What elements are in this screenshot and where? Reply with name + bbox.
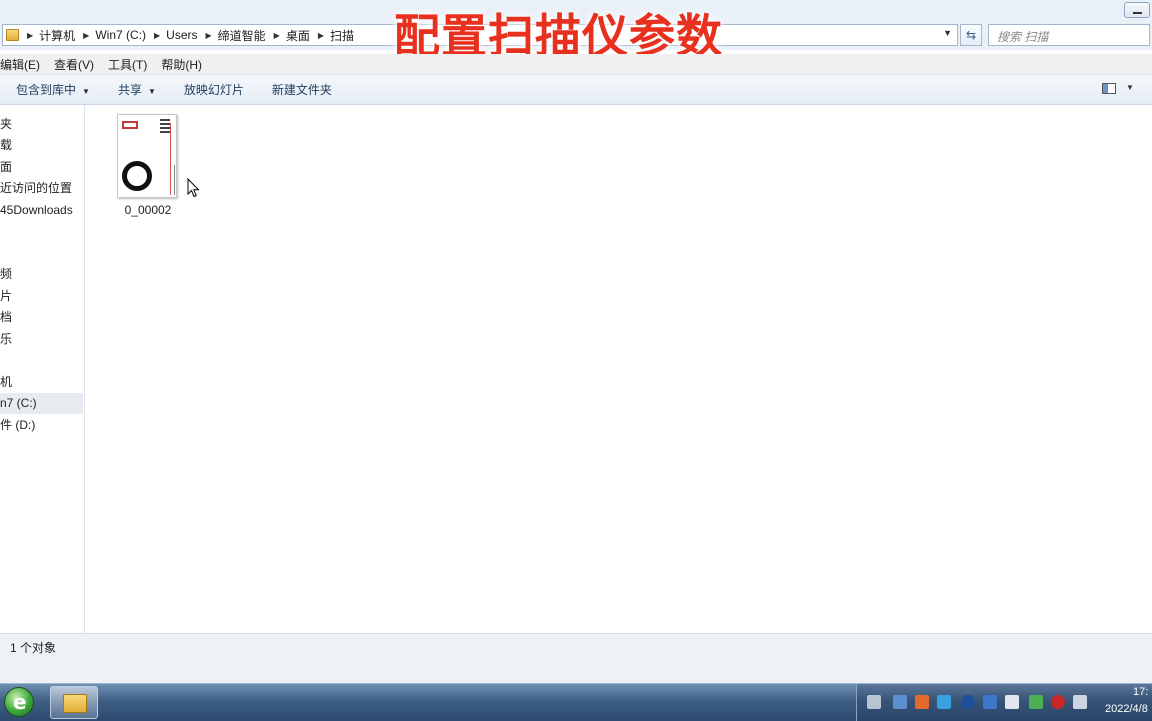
share-button[interactable]: 共享 ▼ bbox=[118, 81, 156, 98]
menu-edit[interactable]: 编辑(E) bbox=[0, 56, 40, 73]
chevron-down-icon[interactable]: ▼ bbox=[1126, 83, 1134, 92]
search-input[interactable]: 搜索 扫描 bbox=[988, 24, 1150, 46]
breadcrumb-desktop[interactable]: 桌面 bbox=[286, 27, 310, 44]
bluetooth-icon[interactable] bbox=[961, 695, 975, 709]
file-name-label: 0_00002 bbox=[124, 203, 172, 217]
new-folder-button[interactable]: 新建文件夹 bbox=[272, 81, 332, 98]
nav-item-downloads[interactable]: 载 bbox=[0, 135, 12, 156]
breadcrumb-arrow-icon[interactable]: ▶ bbox=[274, 31, 280, 40]
breadcrumb-arrow-icon[interactable]: ▶ bbox=[318, 31, 324, 40]
breadcrumb-user[interactable]: 缔道智能 bbox=[218, 27, 266, 44]
share-label: 共享 bbox=[117, 83, 142, 97]
security-icon[interactable] bbox=[983, 695, 997, 709]
command-toolbar: 包含到库中 ▼ 共享 ▼ 放映幻灯片 新建文件夹 ▼ bbox=[0, 75, 1152, 105]
volume-muted-icon[interactable] bbox=[1051, 695, 1065, 709]
include-in-library-label: 包含到库中 bbox=[16, 83, 77, 97]
windows-start-icon[interactable] bbox=[4, 687, 34, 717]
thumbnail-qr-mark bbox=[160, 119, 170, 133]
signal-icon[interactable] bbox=[1073, 695, 1087, 709]
taskbar: 17: 2022/4/8 bbox=[0, 683, 1152, 721]
nav-item-pictures[interactable]: 片 bbox=[0, 286, 12, 307]
thumbnail-logo-mark bbox=[122, 121, 138, 129]
menu-tools[interactable]: 工具(T) bbox=[108, 56, 147, 73]
file-thumbnail bbox=[117, 114, 177, 198]
navigation-pane: 夹 载 面 近访问的位置 45Downloads 频 片 档 乐 机 n7 (C… bbox=[0, 105, 85, 633]
network-share-icon[interactable] bbox=[893, 695, 907, 709]
nav-item-favorites[interactable]: 夹 bbox=[0, 114, 12, 135]
breadcrumb-arrow-icon[interactable]: ▶ bbox=[83, 31, 89, 40]
breadcrumb-computer[interactable]: 计算机 bbox=[39, 27, 75, 44]
item-count-status: 1 个对象 bbox=[10, 641, 57, 655]
nav-item-45downloads[interactable]: 45Downloads bbox=[0, 200, 73, 221]
menu-bar: 编辑(E) 查看(V) 工具(T) 帮助(H) bbox=[0, 54, 1152, 75]
nav-item-documents[interactable]: 档 bbox=[0, 307, 12, 328]
view-options-icon[interactable] bbox=[1102, 83, 1116, 94]
folder-icon bbox=[6, 29, 19, 41]
refresh-button[interactable]: ⇆ bbox=[960, 24, 982, 46]
thumbnail-line bbox=[170, 123, 171, 195]
breadcrumb-drive[interactable]: Win7 (C:) bbox=[95, 28, 146, 42]
nav-item-drive-d[interactable]: 件 (D:) bbox=[0, 415, 35, 436]
chevron-down-icon: ▼ bbox=[147, 87, 156, 96]
usb-device-icon[interactable] bbox=[1005, 695, 1019, 709]
status-bar: 1 个对象 bbox=[0, 633, 1152, 684]
breadcrumb-arrow-icon[interactable]: ▶ bbox=[27, 31, 33, 40]
breadcrumb-users[interactable]: Users bbox=[166, 28, 197, 42]
nav-item-drive-c[interactable]: n7 (C:) bbox=[0, 393, 83, 414]
include-in-library-button[interactable]: 包含到库中 ▼ bbox=[16, 81, 90, 98]
nav-item-music[interactable]: 乐 bbox=[0, 329, 12, 350]
clock-time[interactable]: 17: bbox=[1133, 686, 1148, 698]
breadcrumb-arrow-icon[interactable]: ▶ bbox=[154, 31, 160, 40]
shield-icon[interactable] bbox=[1029, 695, 1043, 709]
nav-item-videos[interactable]: 频 bbox=[0, 264, 12, 285]
nav-item-desktop[interactable]: 面 bbox=[0, 157, 12, 178]
explorer-taskbar-icon[interactable] bbox=[50, 686, 98, 719]
thumbnail-emblem bbox=[122, 161, 152, 191]
thumbnail-line bbox=[174, 165, 175, 195]
file-item[interactable]: 0_00002 bbox=[114, 114, 182, 220]
chevron-down-icon: ▼ bbox=[82, 87, 90, 96]
clock-date[interactable]: 2022/4/8 bbox=[1105, 703, 1148, 715]
slideshow-button[interactable]: 放映幻灯片 bbox=[184, 81, 244, 98]
refresh-icon: ⇆ bbox=[965, 28, 977, 42]
menu-help[interactable]: 帮助(H) bbox=[161, 56, 202, 73]
menu-view[interactable]: 查看(V) bbox=[54, 56, 94, 73]
breadcrumb-arrow-icon[interactable]: ▶ bbox=[206, 31, 212, 40]
chat-icon[interactable] bbox=[937, 695, 951, 709]
app-tray-icon[interactable] bbox=[915, 695, 929, 709]
breadcrumb-scan[interactable]: 扫描 bbox=[330, 27, 354, 44]
minimize-button[interactable] bbox=[1124, 2, 1150, 18]
address-dropdown-icon[interactable]: ▼ bbox=[943, 28, 952, 38]
nav-item-computer[interactable]: 机 bbox=[0, 372, 12, 393]
keyboard-icon[interactable] bbox=[867, 695, 881, 709]
nav-item-recent-places[interactable]: 近访问的位置 bbox=[0, 178, 72, 199]
file-list-area[interactable] bbox=[85, 105, 1152, 633]
